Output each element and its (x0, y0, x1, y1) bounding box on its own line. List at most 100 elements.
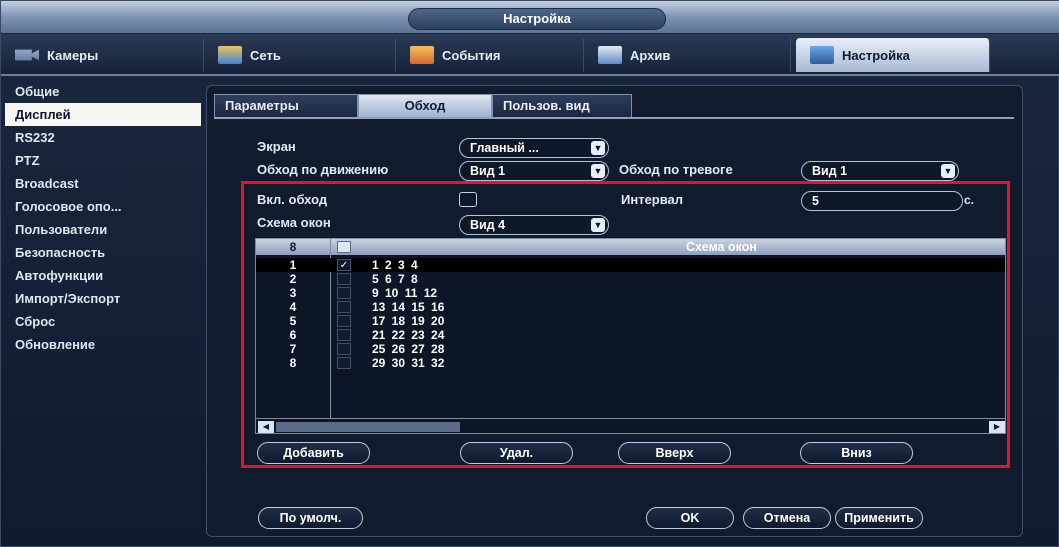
window-title: Настройка (408, 8, 666, 30)
row-checkbox[interactable] (337, 273, 351, 285)
enable-tour-checkbox[interactable] (459, 192, 477, 207)
tab-archive-label: Архив (630, 47, 671, 63)
sidebar-item-ptz[interactable]: PTZ (5, 149, 201, 172)
sidebar-item-voice[interactable]: Голосовое опо... (5, 195, 201, 218)
table-row[interactable]: 1 ✓ 1 2 3 4 (256, 258, 1005, 272)
move-down-button[interactable]: Вниз (800, 442, 913, 464)
motion-tour-select[interactable]: Вид 1 ▼ (459, 161, 609, 181)
row-checkbox[interactable] (337, 287, 351, 299)
move-up-button[interactable]: Вверх (618, 442, 731, 464)
apply-button[interactable]: Применить (835, 507, 923, 529)
ok-button[interactable]: OK (646, 507, 734, 529)
interval-unit: с. (964, 193, 975, 207)
sidebar-item-auto-functions[interactable]: Автофункции (5, 264, 201, 287)
title-bar: Настройка (1, 1, 1059, 33)
settings-icon (810, 46, 834, 64)
table-row[interactable]: 2 5 6 7 8 (256, 272, 1005, 286)
alarm-tour-select[interactable]: Вид 1 ▼ (801, 161, 959, 181)
sidebar-item-reset[interactable]: Сброс (5, 310, 201, 333)
camera-icon (15, 49, 39, 61)
motion-tour-label: Обход по движению (257, 162, 389, 177)
layout-label: Схема окон (257, 215, 331, 230)
table-row[interactable]: 3 9 10 11 12 (256, 286, 1005, 300)
row-channels: 5 6 7 8 (372, 272, 418, 286)
delete-button[interactable]: Удал. (460, 442, 573, 464)
row-channels: 17 18 19 20 (372, 314, 445, 328)
row-checkbox[interactable] (337, 315, 351, 327)
row-checkbox[interactable] (337, 329, 351, 341)
row-number: 1 (289, 258, 297, 272)
row-number: 3 (289, 286, 297, 300)
subtab-divider (214, 117, 1014, 119)
screen-select[interactable]: Главный ... ▼ (459, 138, 609, 158)
row-channels: 29 30 31 32 (372, 356, 445, 370)
sidebar-item-users[interactable]: Пользователи (5, 218, 201, 241)
chevron-down-icon: ▼ (941, 164, 955, 178)
table-row[interactable]: 5 17 18 19 20 (256, 314, 1005, 328)
tab-parameters[interactable]: Параметры (214, 94, 358, 118)
alarm-tour-select-value: Вид 1 (812, 164, 848, 178)
row-channels: 13 14 15 16 (372, 300, 445, 314)
row-channels: 9 10 11 12 (372, 286, 438, 300)
row-number: 5 (289, 314, 297, 328)
scroll-thumb[interactable] (276, 422, 460, 432)
tab-events-label: События (442, 47, 501, 63)
row-number: 2 (289, 272, 297, 286)
tab-tour[interactable]: Обход (358, 94, 492, 118)
row-number: 6 (289, 328, 297, 342)
interval-input[interactable]: 5 (801, 191, 963, 211)
tab-custom-view[interactable]: Пользов. вид (492, 94, 632, 118)
row-channels: 1 2 3 4 (372, 258, 418, 272)
scroll-right-icon[interactable]: ▶ (989, 421, 1005, 433)
header-count: 8 (289, 240, 297, 254)
screen-label: Экран (257, 139, 296, 154)
header-layout-title: Схема окон (686, 240, 757, 254)
sidebar-item-security[interactable]: Безопасность (5, 241, 201, 264)
chevron-down-icon: ▼ (591, 141, 605, 155)
archive-icon (598, 46, 622, 64)
tab-settings[interactable]: Настройка (796, 38, 990, 72)
select-all-checkbox[interactable] (337, 241, 351, 253)
horizontal-scrollbar[interactable]: ◀ ▶ (256, 418, 1005, 433)
table-row[interactable]: 7 25 26 27 28 (256, 342, 1005, 356)
sidebar-item-broadcast[interactable]: Broadcast (5, 172, 201, 195)
row-number: 8 (289, 356, 297, 370)
tab-network[interactable]: Сеть (204, 38, 396, 72)
motion-tour-select-value: Вид 1 (470, 164, 506, 178)
screen-select-value: Главный ... (470, 141, 539, 155)
network-icon (218, 46, 242, 64)
table-row[interactable]: 8 29 30 31 32 (256, 356, 1005, 370)
tab-events[interactable]: События (396, 38, 584, 72)
row-checkbox[interactable] (337, 357, 351, 369)
scroll-left-icon[interactable]: ◀ (258, 421, 274, 433)
sidebar-item-general[interactable]: Общие (5, 80, 201, 103)
row-channels: 25 26 27 28 (372, 342, 445, 356)
tab-archive[interactable]: Архив (584, 38, 791, 72)
layout-select-value: Вид 4 (470, 218, 506, 232)
cancel-button[interactable]: Отмена (743, 507, 831, 529)
tour-table: 8 Схема окон 1 ✓ 1 2 3 4 2 5 6 7 8 3 9 1… (255, 238, 1006, 434)
sidebar-item-rs232[interactable]: RS232 (5, 126, 201, 149)
sidebar-item-import-export[interactable]: Импорт/Экспорт (5, 287, 201, 310)
table-row[interactable]: 6 21 22 23 24 (256, 328, 1005, 342)
row-checkbox[interactable] (337, 343, 351, 355)
layout-select[interactable]: Вид 4 ▼ (459, 215, 609, 235)
sidebar-item-display[interactable]: Дисплей (5, 103, 201, 126)
table-row[interactable]: 4 13 14 15 16 (256, 300, 1005, 314)
table-header: 8 Схема окон (256, 239, 1005, 255)
chevron-down-icon: ▼ (591, 218, 605, 232)
tab-cameras-label: Камеры (47, 47, 99, 63)
events-icon (410, 46, 434, 64)
tab-network-label: Сеть (250, 47, 281, 63)
chevron-down-icon: ▼ (591, 164, 605, 178)
sidebar-item-update[interactable]: Обновление (5, 333, 201, 356)
alarm-tour-label: Обход по тревоге (619, 162, 733, 177)
add-button[interactable]: Добавить (257, 442, 370, 464)
tab-cameras[interactable]: Камеры (1, 38, 204, 72)
row-checkbox[interactable]: ✓ (337, 259, 351, 271)
interval-value: 5 (812, 194, 819, 208)
default-button[interactable]: По умолч. (258, 507, 363, 529)
row-channels: 21 22 23 24 (372, 328, 445, 342)
interval-label: Интервал (621, 192, 684, 207)
row-checkbox[interactable] (337, 301, 351, 313)
